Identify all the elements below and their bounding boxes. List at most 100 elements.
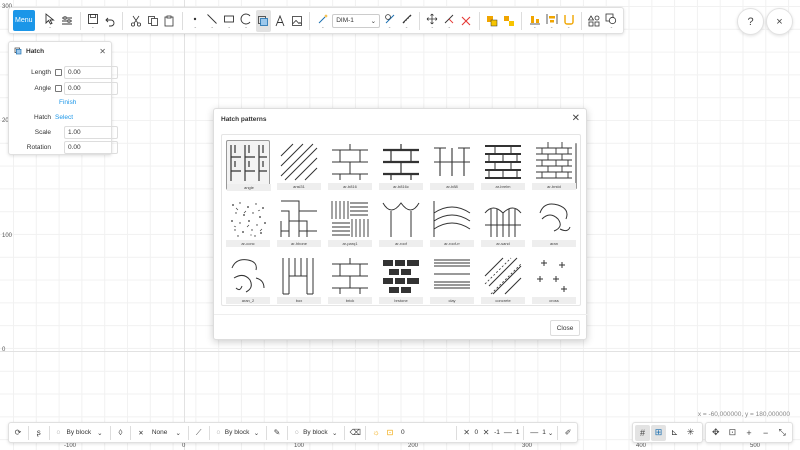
pattern-ansi31[interactable]: ansi31 [277,140,321,190]
refresh-icon[interactable]: ⟳ [12,426,24,440]
cut-tool[interactable] [128,10,143,32]
close-icon[interactable]: ✕ [572,113,580,124]
transparency-select[interactable]: ◌ By block ⌄ [292,426,341,440]
scale-input[interactable]: 1.00 [64,126,118,139]
zoom-out-icon[interactable]: − [759,425,773,441]
pattern-ar-roof-rr[interactable]: ar-roof-rr [430,197,474,247]
toolbar-separator [309,11,311,30]
pattern-angle[interactable]: angle [226,140,271,191]
pattern-ar-sand[interactable]: ar-sand [481,197,525,247]
zoom-in-icon[interactable]: + [742,425,756,441]
menu-button[interactable]: Menu [13,10,35,31]
close-icon[interactable]: ✕ [99,47,106,56]
pen-icon[interactable]: ✎ [271,426,283,440]
color-select[interactable]: ◌ By block ⌄ [54,426,106,440]
text-tool[interactable] [273,10,288,32]
angle-input[interactable]: 0.00 [64,82,118,95]
pattern-ar-brstd[interactable]: ar-brstd [532,140,576,190]
group-tool[interactable] [485,10,500,32]
bar-separator [130,425,132,440]
pattern-label: angle [227,184,271,191]
dimension-tool[interactable]: ⌄ [315,10,330,32]
arc-tool[interactable]: ⌄ [239,10,254,32]
hatch-select-link[interactable]: Select [55,114,73,121]
pattern-aran-2[interactable]: aran_2 [226,254,270,304]
ungroup-icon [503,15,514,26]
chevron-down-icon[interactable]: ⌄ [548,429,553,437]
angle-checkbox[interactable] [55,85,62,92]
length-input[interactable]: 0.00 [64,66,118,79]
pattern-label: ar-conc [226,240,270,247]
select-tool[interactable]: ⌄ [43,10,58,32]
close-app-button[interactable]: × [766,8,793,35]
distribute-tool[interactable]: ⌄ [544,10,559,32]
sun-icon[interactable]: ☼ [370,426,382,440]
ungroup-tool[interactable] [501,10,516,32]
close-button[interactable]: Close [550,320,580,336]
layer-icon[interactable]: ʂ [33,426,45,440]
pan-icon[interactable]: ✥ [709,425,723,441]
length-checkbox[interactable] [55,69,62,76]
rectangle-tool[interactable]: ⌄ [222,10,237,32]
pattern-ar-b816[interactable]: ar-b816 [328,140,372,190]
rotation-input[interactable]: 0.00 [64,141,118,154]
y-scale-value[interactable]: -1 [494,429,500,436]
pattern-aran[interactable]: aran [532,197,576,247]
move-tool[interactable]: ⌄ [425,10,440,32]
dimension-edit-tool[interactable]: ⌄ [382,10,397,32]
pattern-ar-b88[interactable]: ar-b88 [430,140,474,190]
snap-grid-icon[interactable]: ⊞ [651,424,666,441]
chevron-down-icon: ⌄ [175,429,181,437]
shapes-tool[interactable] [587,10,602,32]
dimension-style-select[interactable]: DIM-1 ⌄ [332,13,381,28]
chevron-down-icon: ⌄ [253,429,260,437]
zoom-window-icon[interactable]: ⊡ [726,425,740,441]
layers-tool[interactable]: ⌄ [604,10,619,32]
pattern-ar-brelm[interactable]: ar-brelm [481,140,525,190]
pattern-ar-roof[interactable]: ar-roof [379,197,423,247]
lineweight-swatch-icon: ◌ [216,429,221,436]
hatch-tool[interactable] [255,9,271,32]
lineweight-select[interactable]: ◌ By block ⌄ [214,426,263,440]
fit-view-icon[interactable]: ⤡ [775,425,789,441]
image-tool[interactable] [289,10,304,32]
block-tool[interactable]: ⌄ [561,10,576,32]
line-value-one[interactable]: 1 [516,429,520,436]
x-scale-value[interactable]: 0 [475,429,479,436]
help-button[interactable]: ? [737,8,764,35]
measure-tool[interactable]: ⌄ [399,10,414,32]
pattern-ar-conc[interactable]: ar-conc [226,197,270,247]
pattern-ar-b816c[interactable]: ar-b816c [379,140,423,190]
copy-tool[interactable] [145,10,160,32]
lock-icon[interactable]: ⊡ [384,426,396,440]
line-value-two[interactable]: 1 [542,429,546,436]
grid-icon[interactable]: # [635,424,650,441]
line-style-icon[interactable]: ⟋ [193,426,205,440]
pattern-ar-parq1[interactable]: ar-parq1 [328,197,372,247]
pattern-clay[interactable]: clay [430,254,474,304]
brush-icon[interactable]: ✐ [562,426,574,440]
object-snap-icon[interactable]: ✳ [683,425,698,441]
pattern-concrete[interactable]: concrete [481,254,525,304]
pattern-cross[interactable]: cross [532,254,576,304]
properties-tool[interactable] [60,10,75,32]
pattern-label: aran [532,240,576,247]
layer-select[interactable]: 0 [398,426,452,440]
delete-tool[interactable] [459,10,474,32]
pattern-brick[interactable]: brick [328,254,372,304]
paste-tool[interactable] [162,10,177,32]
angle-pattern-icon [230,145,267,181]
ortho-icon[interactable]: ⊾ [667,425,682,441]
pattern-ar-hbone[interactable]: ar-hbone [277,197,321,247]
point-tool[interactable]: ⌄ [188,10,203,32]
pattern-box[interactable]: box [277,254,321,304]
undo-tool[interactable] [102,10,117,32]
linetype-select[interactable]: ✕ None ⌄ [135,426,184,440]
save-tool[interactable]: ⌄ [85,10,100,32]
trim-tool[interactable]: ⌄ [442,10,457,32]
line-tool[interactable]: ⌄ [205,10,220,32]
align-tool[interactable]: ⌄ [527,10,542,32]
eraser-icon[interactable]: ⌫ [349,426,361,440]
finish-link[interactable]: Finish [59,99,76,106]
pattern-brstone[interactable]: brstone [379,254,423,304]
